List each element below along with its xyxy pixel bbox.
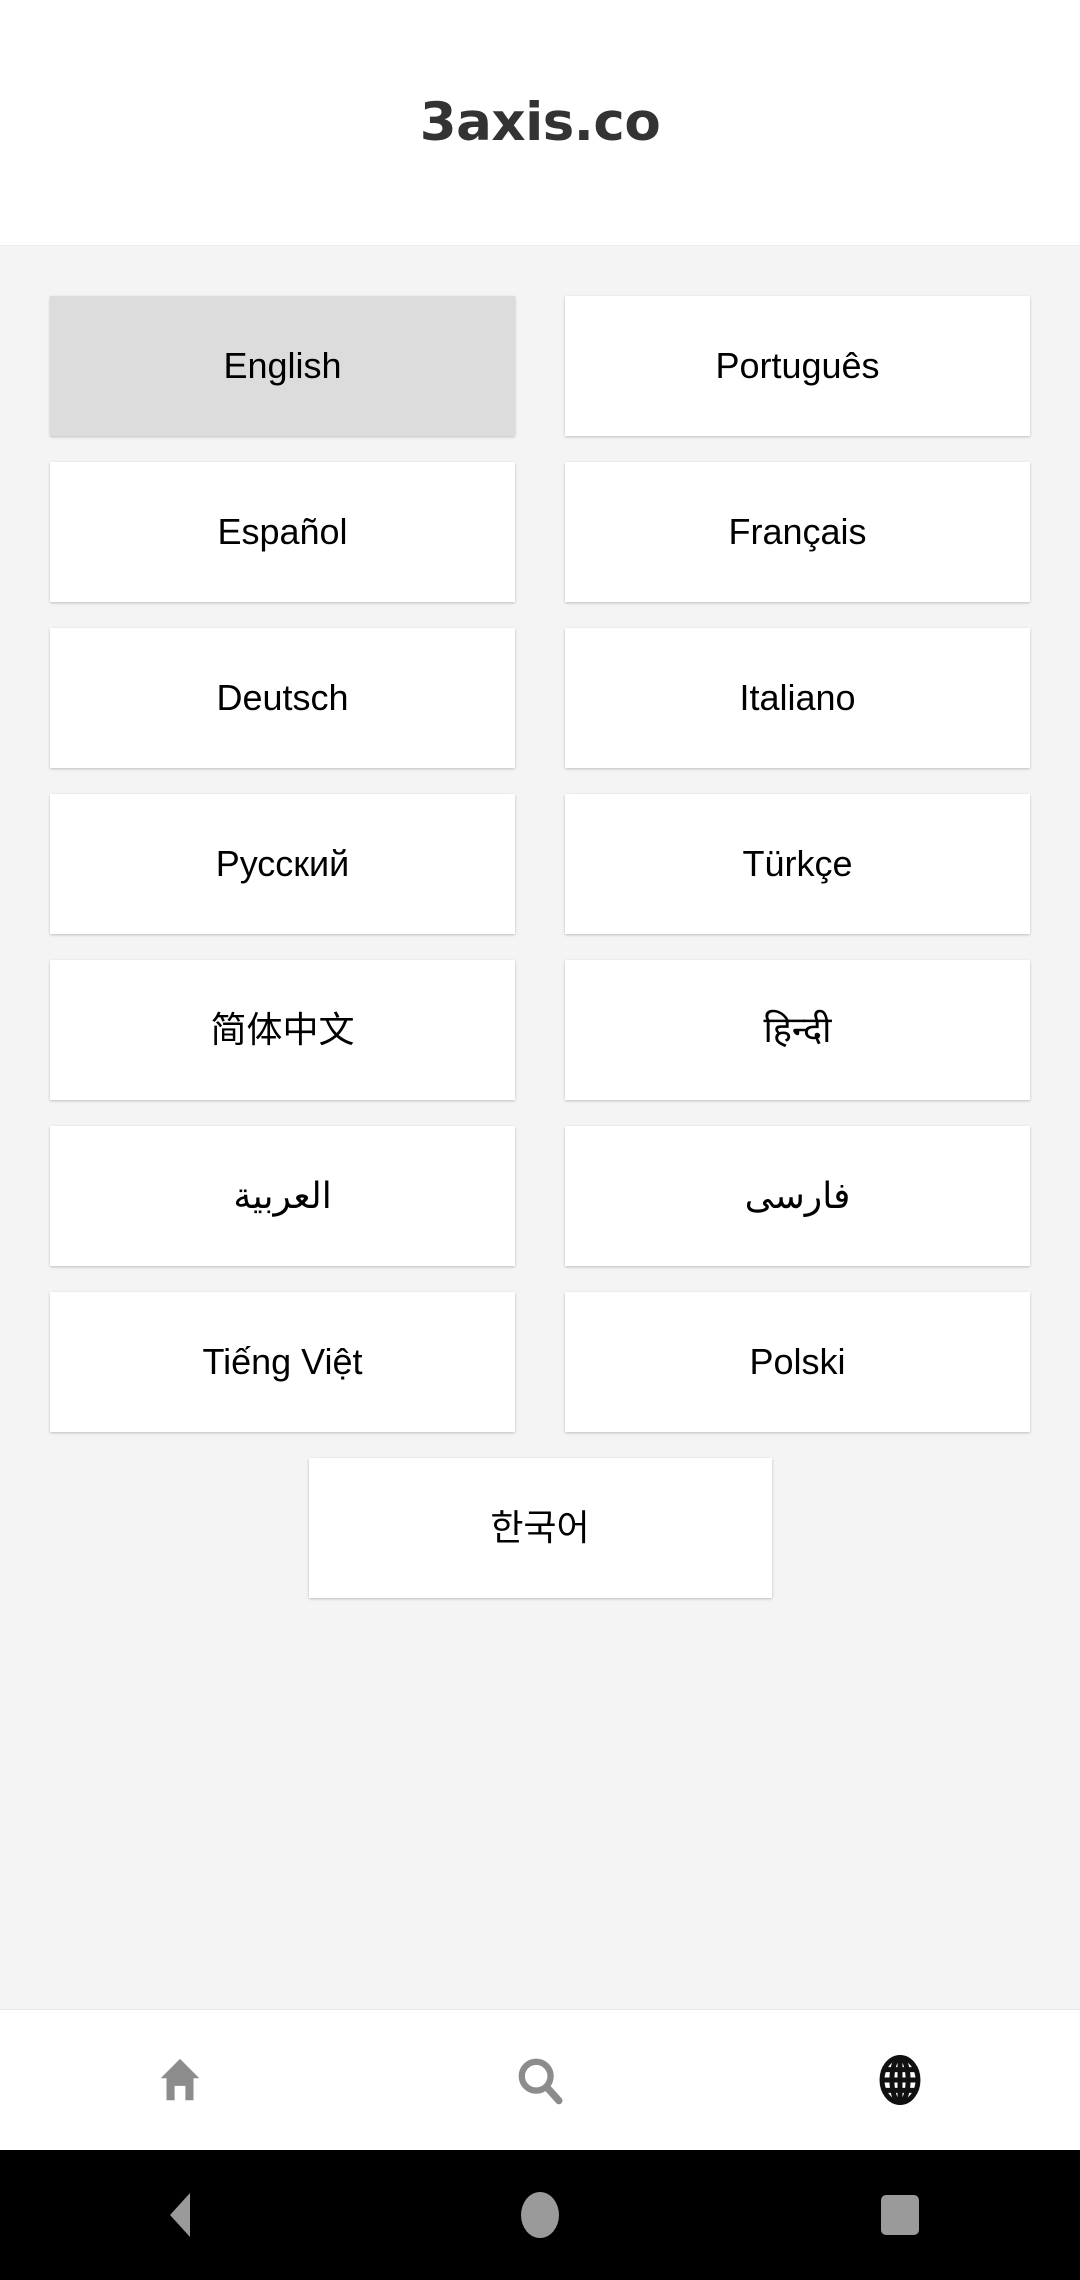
language-option[interactable]: Italiano [565, 628, 1030, 768]
home-icon [153, 2053, 207, 2107]
system-back[interactable] [0, 2150, 360, 2280]
language-option[interactable]: Türkçe [565, 794, 1030, 934]
language-option[interactable]: Français [565, 462, 1030, 602]
language-option[interactable]: English [50, 296, 515, 436]
language-option[interactable]: فارسی [565, 1126, 1030, 1266]
language-cell: فارسی [540, 1126, 1030, 1292]
language-cell: हिन्दी [540, 960, 1030, 1126]
language-option[interactable]: Português [565, 296, 1030, 436]
globe-icon [873, 2053, 927, 2107]
language-picker-panel: English Português Español Français Deutsch It… [0, 245, 1080, 2009]
language-cell: Français [540, 462, 1030, 628]
nav-home[interactable] [0, 2010, 360, 2150]
language-cell: Русский [50, 794, 540, 960]
language-option[interactable]: 한국어 [308, 1458, 772, 1598]
language-cell: Deutsch [50, 628, 540, 794]
language-option[interactable]: हिन्दी [565, 960, 1030, 1100]
home-circle-icon [521, 2192, 559, 2238]
recents-square-icon [881, 2195, 919, 2235]
language-grid: English Português Español Français Deutsch It… [0, 246, 1080, 1624]
language-cell: Tiếng Việt [50, 1292, 540, 1458]
site-header: 3axis.co [0, 0, 1080, 245]
language-option[interactable]: 简体中文 [50, 960, 515, 1100]
android-system-nav [0, 2150, 1080, 2280]
language-cell: Polski [540, 1292, 1030, 1458]
language-cell: Italiano [540, 628, 1030, 794]
language-cell: العربية [50, 1126, 540, 1292]
language-cell: English [50, 296, 540, 462]
language-option[interactable]: Tiếng Việt [50, 1292, 515, 1432]
language-option[interactable]: Polski [565, 1292, 1030, 1432]
bottom-nav-bar [0, 2009, 1080, 2150]
system-home[interactable] [360, 2150, 720, 2280]
language-cell: Türkçe [540, 794, 1030, 960]
language-option[interactable]: Español [50, 462, 515, 602]
language-cell: Português [540, 296, 1030, 462]
language-option[interactable]: Deutsch [50, 628, 515, 768]
nav-language[interactable] [720, 2010, 1080, 2150]
site-logo: 3axis.co [419, 92, 661, 153]
search-icon [513, 2053, 567, 2107]
language-cell: 한국어 [50, 1458, 1030, 1624]
back-triangle-icon [170, 2193, 190, 2237]
nav-search[interactable] [360, 2010, 720, 2150]
language-cell: Español [50, 462, 540, 628]
app-screen: 3axis.co English Português Español Français… [0, 0, 1080, 2280]
language-option[interactable]: Русский [50, 794, 515, 934]
language-option[interactable]: العربية [50, 1126, 515, 1266]
language-cell: 简体中文 [50, 960, 540, 1126]
system-recents[interactable] [720, 2150, 1080, 2280]
